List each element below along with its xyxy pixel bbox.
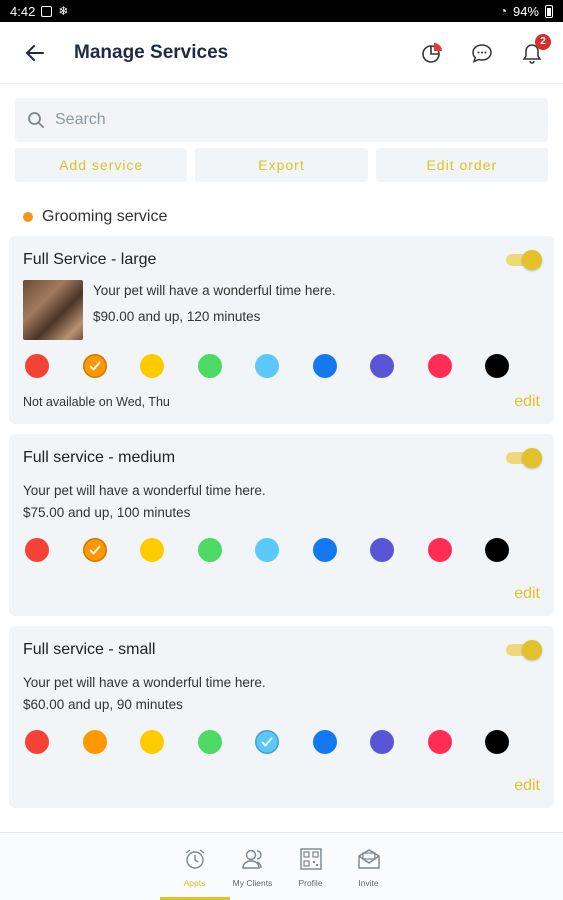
search-icon [28,112,44,128]
messages-button[interactable] [469,40,495,66]
page-title: Manage Services [74,41,229,63]
edit-order-button[interactable]: Edit order [375,148,548,182]
service-title: Full service - medium [23,449,176,466]
nav-item-profile[interactable]: Profile [282,833,340,900]
color-swatch[interactable] [427,538,452,562]
service-description: Your pet will have a wonderful time here… [23,675,266,690]
color-swatch[interactable] [25,354,49,378]
service-card: Full Service - large Your pet will have … [9,236,554,424]
profile-icon [299,847,322,870]
add-service-button[interactable]: Add service [15,148,188,182]
color-swatch[interactable] [82,730,107,754]
snowflake-icon: ❄ [58,4,69,18]
battery-text: 94% [512,3,539,19]
color-swatch[interactable] [255,354,279,378]
service-toggle[interactable] [506,640,542,660]
service-card: Full service - medium Your pet will have… [9,434,554,616]
color-swatch-selected[interactable] [82,354,107,378]
nav-label: My Clients [232,877,273,888]
notifications-button[interactable]: 2 [519,33,551,66]
section-header: Grooming service [23,208,548,226]
service-price: $75.00 and up, 100 minutes [23,505,191,520]
checkmark-icon [89,545,100,555]
color-swatch[interactable] [197,730,222,754]
service-image [23,280,83,340]
color-swatch[interactable] [25,538,49,562]
color-swatch-selected[interactable] [82,538,107,562]
battery-icon [545,4,553,18]
color-swatch[interactable] [370,538,394,562]
arrow-left-icon [26,44,44,61]
nav-label: Profile [298,877,323,888]
color-swatch[interactable] [312,730,337,754]
main-content: Add service Export Edit order Grooming s… [0,84,563,808]
clock-text: 4:42 [10,3,36,19]
pie-chart-icon [422,42,442,63]
color-swatch[interactable] [485,538,509,562]
color-picker [23,730,511,754]
color-swatch[interactable] [312,538,337,562]
color-swatch[interactable] [427,730,452,754]
service-title: Full service - small [23,641,156,658]
back-button[interactable] [20,38,50,68]
wifi-icon: ◔ [499,4,507,18]
chart-button[interactable] [419,40,445,66]
color-swatch[interactable] [197,538,222,562]
color-swatch[interactable] [140,730,164,754]
service-description: Your pet will have a wonderful time here… [93,283,336,298]
service-card: Full service - small Your pet will have … [9,626,554,808]
color-swatch[interactable] [255,538,279,562]
edit-link[interactable]: edit [514,585,540,603]
color-picker [23,354,511,378]
section-title: Grooming service [42,208,168,225]
search-input[interactable] [55,111,536,129]
service-toggle[interactable] [506,250,542,270]
checkmark-icon [89,361,100,371]
availability-note: Not available on Wed, Thu [23,395,170,409]
bottom-nav: Appts My Clients Profile Invite [0,832,563,900]
service-price: $60.00 and up, 90 minutes [23,697,183,712]
color-swatch[interactable] [370,354,394,378]
service-title: Full Service - large [23,251,157,268]
service-price: $90.00 and up, 120 minutes [93,309,261,324]
export-button[interactable]: Export [195,148,368,182]
app-bar: Manage Services 2 [0,22,563,84]
color-swatch[interactable] [140,354,164,378]
category-dot-icon [23,212,33,222]
alarm-clock-icon [185,848,204,869]
edit-link[interactable]: edit [514,777,540,795]
service-toggle[interactable] [506,448,542,468]
color-swatch[interactable] [427,354,452,378]
status-bar: 4:42 ❄ ◔ 94% [0,0,563,22]
invite-icon [357,848,380,869]
gallery-icon [41,5,53,17]
color-picker [23,538,511,562]
nav-label: Invite [358,877,379,888]
checkmark-icon [261,737,273,747]
color-swatch[interactable] [370,730,394,754]
notification-badge: 2 [535,33,551,50]
color-swatch[interactable] [25,730,49,754]
nav-item-invite[interactable]: Invite [340,833,398,900]
nav-item-my-clients[interactable]: My Clients [224,833,282,900]
color-swatch[interactable] [140,538,164,562]
nav-label: Appts [183,877,206,888]
action-buttons: Add service Export Edit order [15,148,548,182]
nav-item-appts[interactable]: Appts [159,833,230,900]
color-swatch-selected[interactable] [255,730,279,754]
color-swatch[interactable] [197,354,222,378]
color-swatch[interactable] [312,354,337,378]
color-swatch[interactable] [485,354,509,378]
edit-link[interactable]: edit [514,393,540,411]
color-swatch[interactable] [485,730,509,754]
search-bar[interactable] [15,98,548,142]
clients-icon [241,849,262,869]
service-description: Your pet will have a wonderful time here… [23,483,266,498]
chat-bubble-icon [472,43,492,63]
